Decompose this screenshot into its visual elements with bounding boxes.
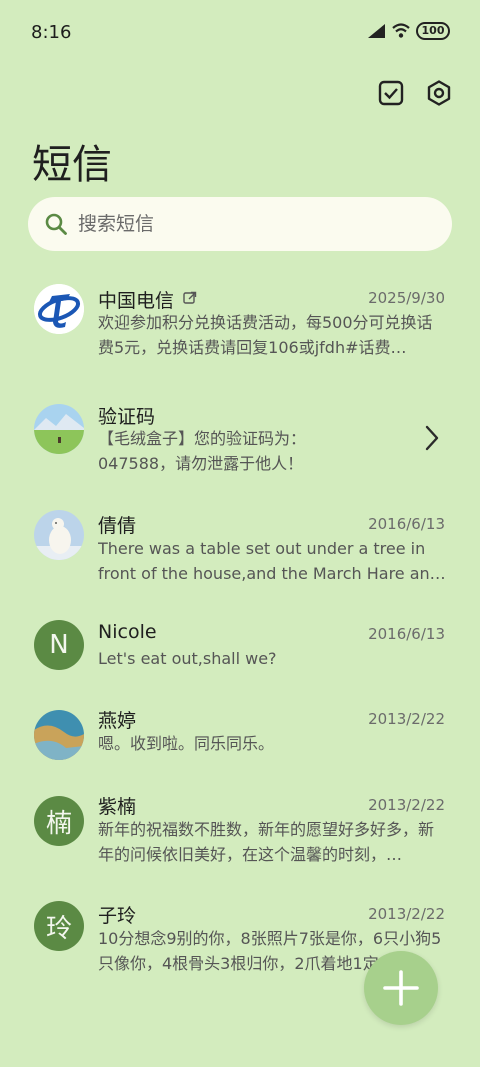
conversation-item[interactable]: 楠 紫楠 2013/2/22 新年的祝福数不胜数，新年的愿望好多好多，新年的问候… — [0, 770, 480, 879]
china-telecom-logo-icon — [34, 284, 84, 334]
status-time: 8:16 — [31, 22, 72, 43]
message-date: 2016/6/13 — [368, 625, 445, 643]
avatar — [34, 710, 84, 760]
status-icons: 100 — [366, 22, 450, 40]
landscape-photo-icon — [34, 404, 84, 454]
new-message-button[interactable] — [364, 951, 438, 1025]
contact-name: 燕婷 — [98, 710, 137, 732]
select-checkbox-button[interactable] — [376, 78, 406, 108]
page-title: 短信 — [32, 142, 112, 188]
message-preview: 嗯。收到啦。同乐同乐。 — [98, 734, 275, 753]
contact-name: 倩倩 — [98, 515, 137, 537]
message-preview: There was a table set out under a tree i… — [98, 539, 446, 583]
message-date: 2013/2/22 — [368, 796, 445, 814]
search-bar[interactable] — [28, 197, 452, 251]
message-date: 2013/2/22 — [368, 905, 445, 923]
avatar — [34, 510, 84, 560]
search-icon — [45, 213, 67, 235]
settings-button[interactable] — [424, 78, 454, 108]
contact-name: 验证码 — [98, 406, 156, 428]
plus-icon — [383, 970, 419, 1006]
message-preview: Let's eat out,shall we? — [98, 649, 277, 668]
message-date: 2025/9/30 — [368, 289, 445, 307]
chevron-right-icon[interactable] — [424, 425, 440, 451]
polar-bear-photo-icon — [34, 510, 84, 560]
message-date: 2016/6/13 — [368, 515, 445, 533]
message-preview: 【毛绒盒子】您的验证码为：047588，请勿泄露于他人！ — [98, 429, 307, 473]
coast-photo-icon — [34, 710, 84, 760]
battery-icon: 100 — [416, 22, 450, 40]
avatar: 玲 — [34, 901, 84, 951]
contact-name: Nicole — [98, 621, 157, 643]
top-actions — [376, 78, 454, 108]
search-input[interactable] — [78, 213, 378, 235]
wifi-icon — [392, 23, 410, 38]
conversation-item[interactable]: 燕婷 2013/2/22 嗯。收到啦。同乐同乐。 — [0, 684, 480, 770]
status-bar: 8:16 100 — [0, 0, 480, 68]
external-link-icon — [183, 291, 197, 304]
checkbox-icon — [378, 80, 404, 106]
contact-name: 子玲 — [98, 905, 137, 927]
avatar — [34, 404, 84, 454]
message-date: 2013/2/22 — [368, 710, 445, 728]
signal-icon — [368, 24, 385, 38]
conversation-item[interactable]: 倩倩 2016/6/13 There was a table set out u… — [0, 488, 480, 598]
contact-name: 紫楠 — [98, 796, 137, 818]
message-preview: 新年的祝福数不胜数，新年的愿望好多好多，新年的问候依旧美好，在这个温馨的时刻，… — [98, 820, 435, 864]
avatar: 楠 — [34, 796, 84, 846]
message-preview: 欢迎参加积分兑换话费活动，每500分可兑换话费5元，兑换话费请回复106或jfd… — [98, 313, 433, 357]
conversation-item[interactable]: 中国电信 2025/9/30 欢迎参加积分兑换话费活动，每500分可兑换话费5元… — [0, 270, 480, 378]
conversation-item[interactable]: 验证码 【毛绒盒子】您的验证码为：047588，请勿泄露于他人！ — [0, 378, 480, 488]
conversation-list: 中国电信 2025/9/30 欢迎参加积分兑换话费活动，每500分可兑换话费5元… — [0, 270, 480, 989]
conversation-item[interactable]: N Nicole 2016/6/13 Let's eat out,shall w… — [0, 598, 480, 684]
gear-icon — [427, 80, 451, 106]
avatar — [34, 284, 84, 334]
avatar: N — [34, 620, 84, 670]
contact-name: 中国电信 — [98, 290, 175, 312]
